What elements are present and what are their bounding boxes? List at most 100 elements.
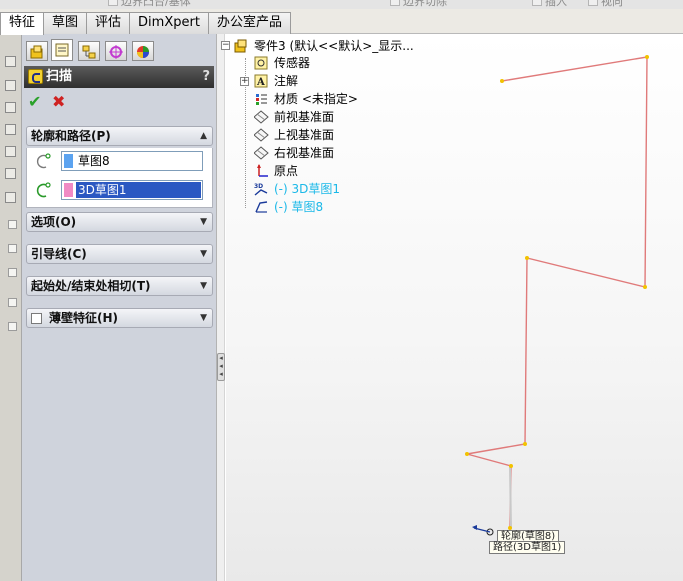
tab-features[interactable]: 特征 bbox=[0, 12, 45, 35]
sweep-icon bbox=[28, 69, 43, 84]
feature-toolbar bbox=[0, 34, 22, 581]
tab-office-products[interactable]: 办公室产品 bbox=[207, 12, 291, 34]
vertex-point[interactable] bbox=[643, 285, 647, 289]
view-icon bbox=[588, 0, 598, 6]
vertex-point[interactable] bbox=[465, 452, 469, 456]
annotations-expand-toggle[interactable]: + bbox=[240, 77, 249, 86]
guide-curves-group: 引导线(C) ▼︎ bbox=[26, 244, 213, 264]
profile-sketch-line[interactable] bbox=[509, 465, 512, 529]
path-value: 3D草图1 bbox=[76, 182, 201, 198]
mirror-tool[interactable] bbox=[3, 322, 18, 337]
ok-button[interactable]: ✔ bbox=[28, 94, 44, 110]
check-icon: ✔ bbox=[28, 92, 42, 111]
root-collapse-toggle[interactable]: − bbox=[221, 41, 230, 50]
boundary-cut-icon bbox=[390, 0, 400, 6]
expand-chevron-icon: ▼︎ bbox=[200, 281, 207, 291]
revolved-boss-tool[interactable] bbox=[3, 78, 18, 93]
guide-curves-header[interactable]: 引导线(C) ▼︎ bbox=[26, 244, 213, 264]
fillet-icon bbox=[5, 192, 16, 203]
crosshair-icon bbox=[109, 45, 123, 59]
3d-sketch-path[interactable] bbox=[466, 56, 648, 529]
insert-button[interactable]: 插入 bbox=[532, 0, 567, 9]
vertex-point[interactable] bbox=[509, 464, 513, 468]
tab-display-manager[interactable] bbox=[132, 41, 154, 61]
swept-boss-tool[interactable] bbox=[3, 100, 18, 115]
tab-configuration-manager[interactable] bbox=[78, 41, 100, 61]
profile-path-label: 轮廓和路径(P) bbox=[31, 129, 111, 143]
sweep-icon bbox=[5, 102, 16, 113]
graphics-area[interactable]: − 零件3 (默认<<默认>_显示... 传感器 + A 注解 材质 <未指定>… bbox=[221, 34, 683, 581]
thin-feature-group: 薄壁特征(H) ▼︎ bbox=[26, 308, 213, 328]
boundary-cut-button[interactable]: 边界切除 bbox=[390, 0, 447, 9]
shell-tool[interactable] bbox=[3, 268, 18, 283]
options-label: 选项(O) bbox=[31, 215, 77, 229]
lofted-boss-tool[interactable] bbox=[3, 122, 18, 137]
extruded-cut-tool[interactable] bbox=[3, 144, 18, 159]
revolve-cut-icon bbox=[5, 168, 16, 179]
tab-evaluate[interactable]: 评估 bbox=[86, 12, 131, 34]
draft-icon bbox=[8, 244, 17, 253]
tab-dimxpert[interactable]: DimXpert bbox=[129, 12, 209, 34]
tree-item-label: 材质 <未指定> bbox=[274, 92, 358, 106]
sensor-icon bbox=[254, 56, 268, 70]
path-color-chip bbox=[64, 183, 73, 197]
tree-item-label: 传感器 bbox=[274, 56, 311, 70]
pattern-tool[interactable] bbox=[3, 298, 18, 313]
plane-icon bbox=[254, 146, 269, 160]
help-icon[interactable]: ? bbox=[202, 66, 210, 88]
view-button[interactable]: 视向 bbox=[588, 0, 623, 9]
start-end-tangency-header[interactable]: 起始处/结束处相切(T) ▼︎ bbox=[26, 276, 213, 296]
sweep-title: 扫描 bbox=[46, 69, 73, 84]
insert-icon bbox=[532, 0, 542, 6]
path-selection-box[interactable]: 3D草图1 bbox=[61, 180, 203, 200]
profile-path-group: 轮廓和路径(P) ▲︎ 草图8 3D草图1 bbox=[26, 126, 213, 208]
ribbon-strip: 边界凸台/基体 边界切除 插入 视向 bbox=[0, 0, 683, 9]
tree-item-label: 上视基准面 bbox=[274, 128, 335, 142]
panel-splitter[interactable] bbox=[216, 34, 225, 581]
vertex-point[interactable] bbox=[645, 55, 649, 59]
collapse-panel-handle[interactable]: ◂︎ ◂︎ ◂︎ bbox=[217, 353, 225, 381]
extrude-icon bbox=[5, 56, 16, 67]
tree-item-label: (-) 3D草图1 bbox=[274, 182, 341, 196]
tree-item-label: 原点 bbox=[274, 164, 299, 178]
tab-dimxpert-manager[interactable] bbox=[105, 41, 127, 61]
x-icon: ✖ bbox=[52, 92, 66, 111]
rib-tool[interactable] bbox=[3, 220, 18, 235]
sketch-icon bbox=[255, 201, 268, 213]
part-icon bbox=[234, 39, 247, 53]
profile-icon bbox=[36, 153, 51, 169]
property-manager: 扫描 ? ✔ ✖ 轮廓和路径(P) ▲︎ 草图8 3D草图1 选项(O) ▼︎ … bbox=[22, 34, 216, 581]
draft-tool[interactable] bbox=[3, 244, 18, 259]
fillet-tool[interactable] bbox=[3, 190, 18, 205]
mirror-icon bbox=[8, 322, 17, 331]
tree-item-label: 右视基准面 bbox=[274, 146, 335, 160]
svg-text:A: A bbox=[256, 77, 265, 88]
start-end-tangency-label: 起始处/结束处相切(T) bbox=[31, 279, 151, 293]
thin-feature-header[interactable]: 薄壁特征(H) ▼︎ bbox=[26, 308, 213, 328]
extruded-boss-tool[interactable] bbox=[3, 54, 18, 69]
manager-tabs bbox=[22, 38, 216, 61]
vertex-point[interactable] bbox=[523, 442, 527, 446]
expand-chevron-icon: ▼︎ bbox=[200, 249, 207, 259]
cut-icon bbox=[5, 146, 16, 157]
tab-sketch[interactable]: 草图 bbox=[43, 12, 88, 34]
vertex-point[interactable] bbox=[500, 79, 504, 83]
path-vertices bbox=[465, 55, 649, 530]
thin-feature-checkbox[interactable] bbox=[31, 313, 42, 324]
tab-feature-manager[interactable] bbox=[26, 41, 48, 61]
action-buttons: ✔ ✖ bbox=[28, 92, 88, 112]
options-header[interactable]: 选项(O) ▼︎ bbox=[26, 212, 213, 232]
vertex-point[interactable] bbox=[525, 256, 529, 260]
revolved-cut-tool[interactable] bbox=[3, 166, 18, 181]
configuration-icon bbox=[82, 45, 96, 59]
origin-triad-icon bbox=[472, 525, 494, 536]
boundary-boss-button[interactable]: 边界凸台/基体 bbox=[108, 0, 191, 9]
cancel-button[interactable]: ✖ bbox=[52, 94, 68, 110]
start-end-tangency-group: 起始处/结束处相切(T) ▼︎ bbox=[26, 276, 213, 296]
feature-manager-icon bbox=[30, 45, 43, 59]
tab-property-manager[interactable] bbox=[51, 39, 73, 61]
plane-icon bbox=[254, 128, 269, 142]
path-callout[interactable]: 路径(3D草图1) bbox=[489, 541, 566, 554]
profile-path-header[interactable]: 轮廓和路径(P) ▲︎ bbox=[26, 126, 213, 146]
profile-selection-box[interactable]: 草图8 bbox=[61, 151, 203, 171]
